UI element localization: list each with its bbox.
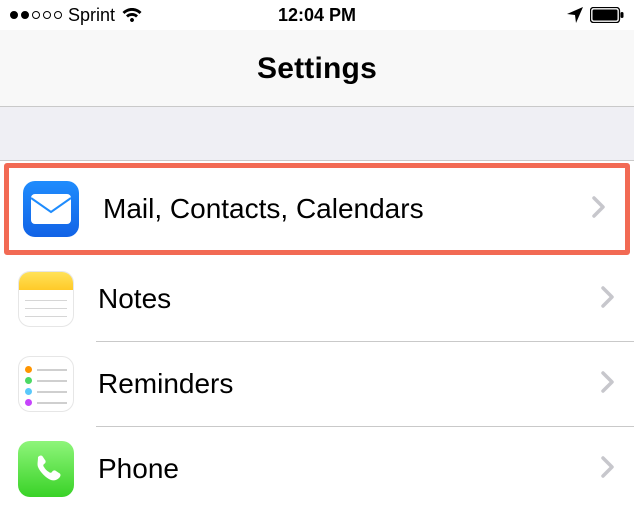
chevron-right-icon: [600, 455, 616, 484]
row-label: Mail, Contacts, Calendars: [103, 193, 591, 225]
row-label: Phone: [98, 453, 600, 485]
phone-icon: [18, 441, 74, 497]
chevron-right-icon: [600, 285, 616, 314]
row-label: Notes: [98, 283, 600, 315]
row-mail-contacts-calendars[interactable]: Mail, Contacts, Calendars: [4, 163, 630, 255]
row-notes[interactable]: Notes: [0, 257, 634, 341]
notes-icon: [18, 271, 74, 327]
row-label: Reminders: [98, 368, 600, 400]
chevron-right-icon: [600, 370, 616, 399]
wifi-icon: [121, 7, 143, 23]
settings-header: Settings: [0, 30, 634, 107]
mail-icon: [23, 181, 79, 237]
battery-icon: [590, 7, 624, 23]
chevron-right-icon: [591, 195, 607, 224]
settings-list: Mail, Contacts, Calendars Notes Reminder…: [0, 163, 634, 511]
carrier-label: Sprint: [68, 5, 115, 26]
location-icon: [566, 6, 584, 24]
signal-strength-icon: [10, 11, 62, 19]
reminders-icon: [18, 356, 74, 412]
page-title: Settings: [0, 52, 634, 86]
row-reminders[interactable]: Reminders: [0, 342, 634, 426]
clock-label: 12:04 PM: [278, 5, 356, 26]
row-phone[interactable]: Phone: [0, 427, 634, 511]
status-bar: Sprint 12:04 PM: [0, 0, 634, 30]
section-spacer: [0, 107, 634, 161]
